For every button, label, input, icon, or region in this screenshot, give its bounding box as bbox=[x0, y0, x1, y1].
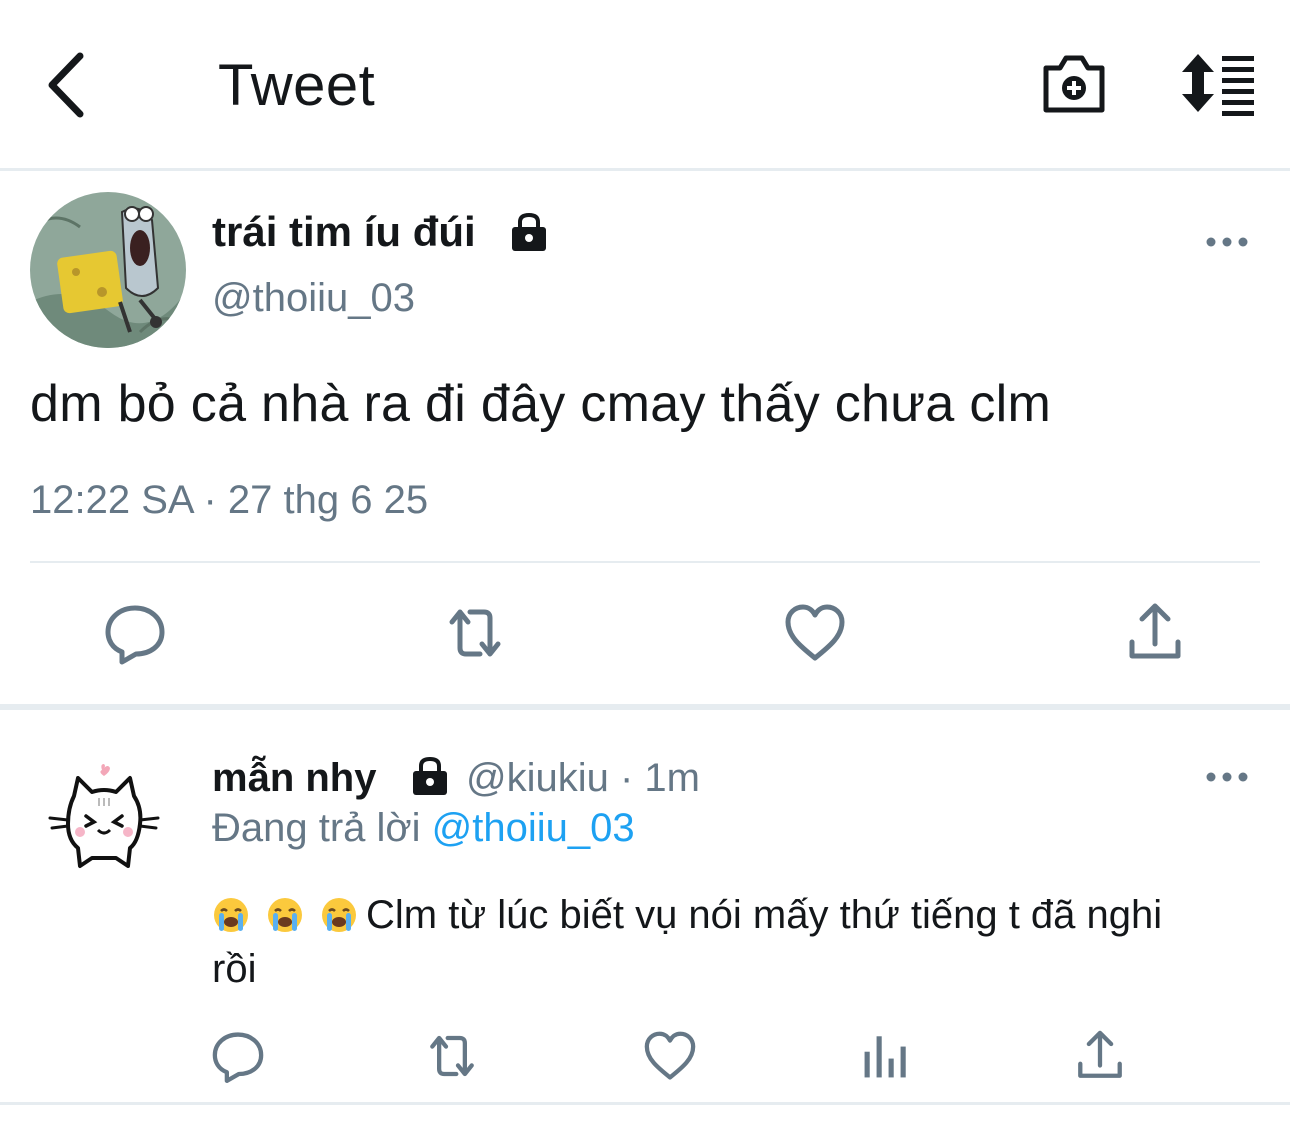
like-button[interactable] bbox=[640, 1026, 700, 1086]
divider bbox=[30, 561, 1260, 563]
like-button[interactable] bbox=[780, 598, 850, 668]
tweet-text: dm bỏ cả nhà ra đi đây cmay thấy chưa cl… bbox=[30, 375, 1052, 433]
reply-icon bbox=[105, 605, 165, 665]
more-icon bbox=[1206, 772, 1248, 782]
camera-plus-icon bbox=[1043, 55, 1105, 113]
retweet-icon bbox=[430, 1035, 474, 1077]
share-button[interactable] bbox=[1120, 598, 1190, 668]
reply-username-time[interactable]: @kiukiu · 1m bbox=[466, 756, 700, 801]
replying-to: Đang trả lời @thoiiu_03 bbox=[212, 806, 635, 851]
lock-icon bbox=[408, 756, 452, 796]
mention-link[interactable]: @thoiiu_03 bbox=[432, 806, 635, 850]
like-icon bbox=[785, 604, 845, 661]
more-options-button[interactable] bbox=[1204, 224, 1250, 260]
back-icon bbox=[48, 52, 84, 118]
section-divider bbox=[0, 704, 1290, 710]
retweet-icon bbox=[449, 609, 501, 657]
avatar[interactable] bbox=[30, 192, 186, 348]
sort-icon bbox=[1182, 54, 1254, 116]
back-button[interactable] bbox=[40, 48, 100, 122]
share-icon bbox=[1129, 603, 1181, 659]
share-icon bbox=[1078, 1030, 1122, 1078]
share-button[interactable] bbox=[1070, 1026, 1130, 1086]
reply-text: Clm từ lúc biết vụ nói mấy thứ tiếng t đ… bbox=[212, 888, 1212, 996]
reply-display-name[interactable]: mẫn nhy bbox=[212, 756, 376, 801]
reply-avatar[interactable] bbox=[44, 762, 164, 882]
reply-button[interactable] bbox=[208, 1026, 268, 1086]
camera-button[interactable] bbox=[1040, 52, 1108, 116]
lock-icon bbox=[508, 212, 550, 252]
crying-face-emoji bbox=[266, 894, 304, 932]
sort-button[interactable] bbox=[1178, 50, 1258, 116]
crying-face-emoji bbox=[212, 894, 250, 932]
display-name[interactable]: trái tim íu đúi bbox=[212, 208, 476, 256]
retweet-button[interactable] bbox=[440, 598, 510, 668]
reply-more-options-button[interactable] bbox=[1204, 760, 1250, 794]
avatar-image bbox=[30, 192, 186, 348]
username[interactable]: @thoiiu_03 bbox=[212, 276, 415, 321]
crying-face-emoji bbox=[320, 894, 358, 932]
reply-icon bbox=[212, 1032, 264, 1083]
analytics-button[interactable] bbox=[856, 1026, 916, 1086]
analytics-icon bbox=[864, 1036, 906, 1078]
timestamp[interactable]: 12:22 SA · 27 thg 6 25 bbox=[30, 478, 428, 523]
reply-button[interactable] bbox=[100, 598, 170, 668]
divider bbox=[0, 1102, 1290, 1105]
cat-avatar-image bbox=[48, 764, 160, 868]
retweet-button[interactable] bbox=[422, 1026, 482, 1086]
like-icon bbox=[644, 1031, 696, 1080]
replying-to-label: Đang trả lời bbox=[212, 806, 421, 850]
page-title: Tweet bbox=[218, 53, 376, 118]
more-icon bbox=[1206, 237, 1248, 247]
